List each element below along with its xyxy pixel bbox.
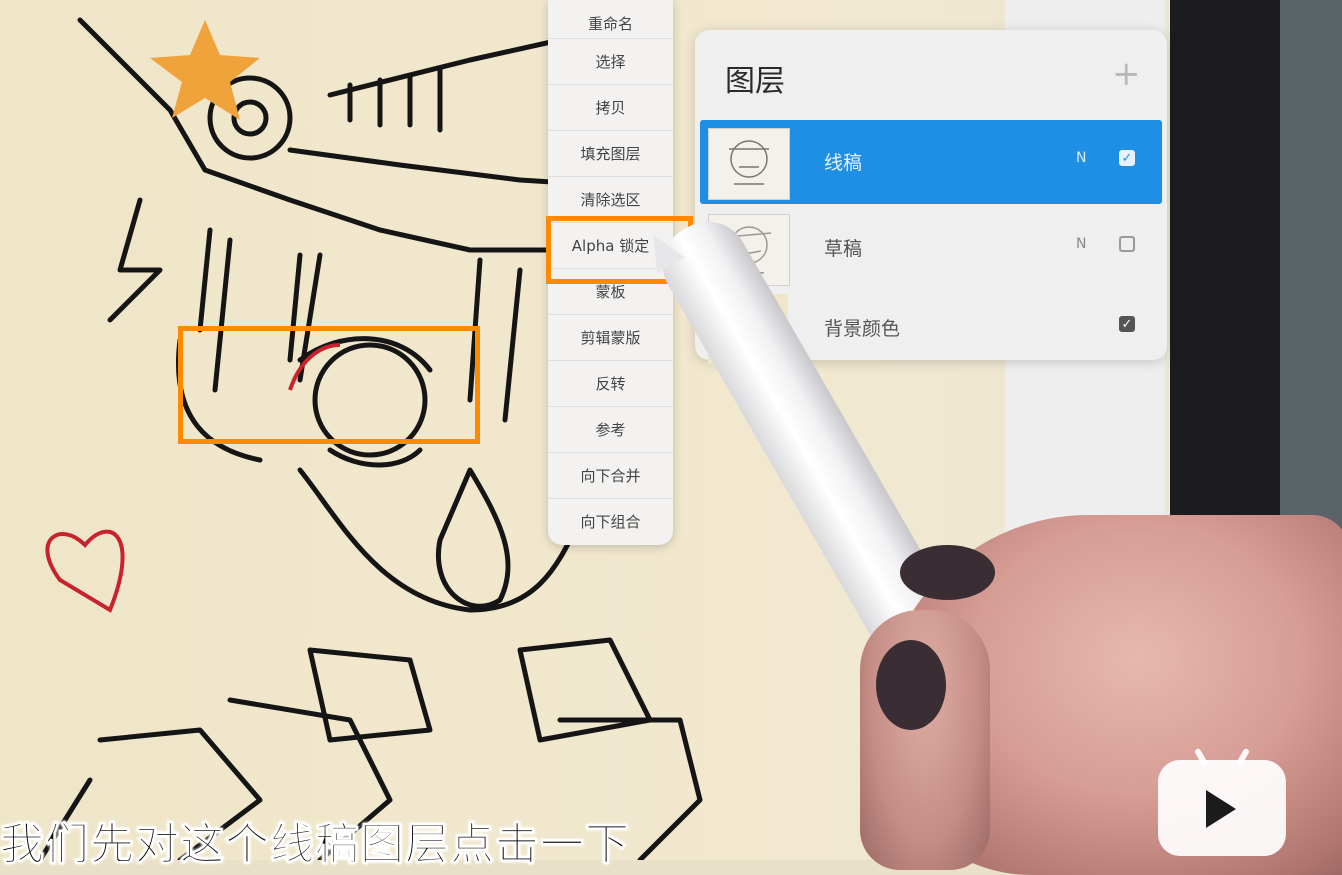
layers-panel-title: 图层 xyxy=(725,64,785,99)
plus-icon[interactable]: + xyxy=(1112,54,1141,94)
layer-name: 线稿 xyxy=(824,152,863,174)
menu-item-reference[interactable]: 参考 xyxy=(548,406,673,452)
visibility-checkbox[interactable]: ✓ xyxy=(1119,316,1135,332)
bilibili-tv-logo xyxy=(1158,747,1286,856)
fingernail xyxy=(876,640,946,730)
highlight-box-eye xyxy=(178,326,480,444)
menu-item-merge-down[interactable]: 向下合并 xyxy=(548,452,673,498)
video-subtitle: 我们先对这个线稿图层点击一下 xyxy=(0,819,630,871)
blend-mode[interactable]: N xyxy=(1076,236,1086,252)
layer-name: 背景颜色 xyxy=(824,318,901,340)
layer-row-sketch[interactable]: 草稿 N xyxy=(700,206,1162,290)
menu-item-combine-down[interactable]: 向下组合 xyxy=(548,498,673,544)
menu-item-copy[interactable]: 拷贝 xyxy=(548,84,673,130)
menu-item-clipping-mask[interactable]: 剪辑蒙版 xyxy=(548,314,673,360)
visibility-checkbox[interactable] xyxy=(1119,236,1135,252)
layer-name: 草稿 xyxy=(824,238,863,260)
menu-item-invert[interactable]: 反转 xyxy=(548,360,673,406)
menu-item-fill-layer[interactable]: 填充图层 xyxy=(548,130,673,176)
blend-mode[interactable]: N xyxy=(1076,150,1086,166)
layer-thumbnail xyxy=(708,128,790,200)
layer-row-lineart[interactable]: 线稿 N ✓ xyxy=(700,120,1162,204)
play-icon xyxy=(1206,790,1236,828)
fingernail xyxy=(900,545,995,600)
visibility-checkbox[interactable]: ✓ xyxy=(1119,150,1135,166)
menu-item-select[interactable]: 选择 xyxy=(548,38,673,84)
layer-thumbnail-art xyxy=(729,140,769,185)
